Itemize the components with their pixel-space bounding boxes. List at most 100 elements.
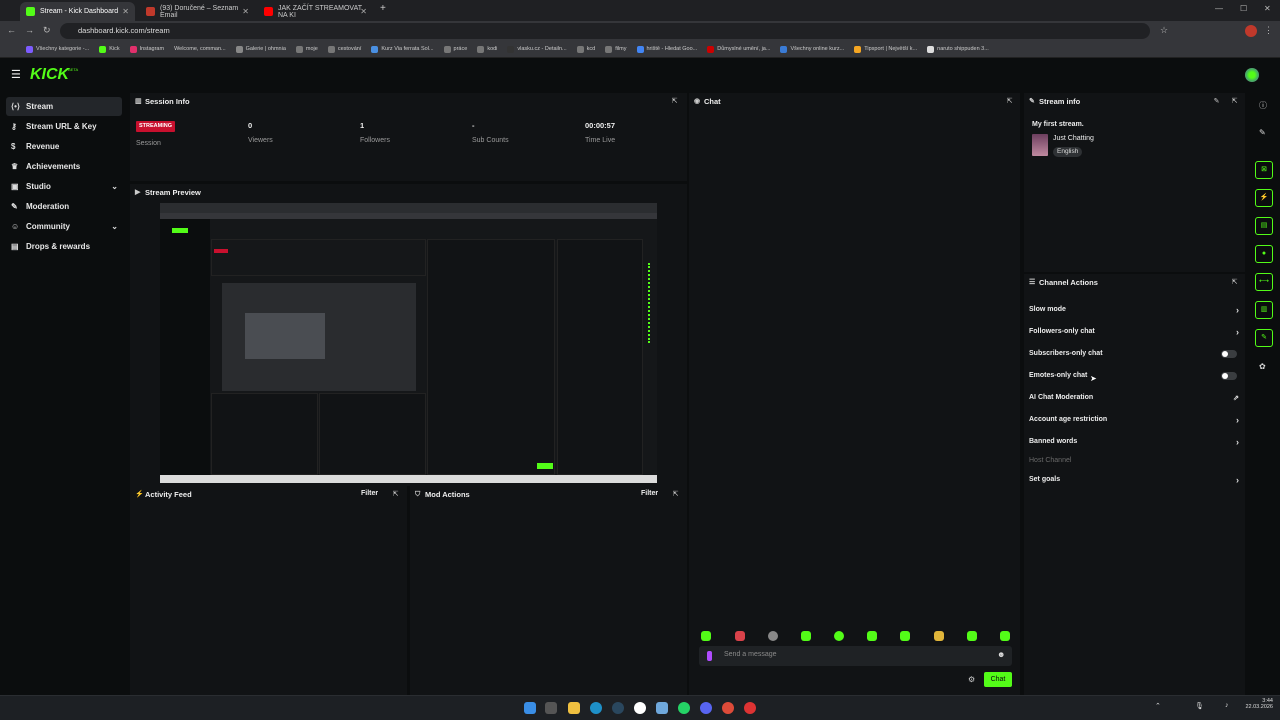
bookmark-item[interactable]: Welcome, comman... xyxy=(174,46,226,52)
close-tab-icon[interactable]: ✕ xyxy=(122,7,129,16)
channel-action-subscribers-only[interactable]: Subscribers-only chat xyxy=(1029,347,1239,361)
emote-icon[interactable] xyxy=(1000,631,1010,641)
browser-menu-icon[interactable]: ⋮ xyxy=(1264,25,1273,36)
rail-button-raid[interactable]: ⟷ xyxy=(1255,273,1273,291)
bookmark-item[interactable]: vlasku.cz - Detailn... xyxy=(507,45,567,53)
emote-icon[interactable] xyxy=(735,631,745,641)
rail-button-layout[interactable]: ▥ xyxy=(1255,301,1273,319)
emote-icon[interactable] xyxy=(967,631,977,641)
profile-avatar-icon[interactable] xyxy=(1245,25,1257,37)
bookmark-folder[interactable]: cestování xyxy=(327,45,361,53)
tab-kick-dashboard[interactable]: Stream - Kick Dashboard ✕ xyxy=(20,2,135,21)
steam-icon[interactable] xyxy=(612,702,624,714)
emote-icon[interactable] xyxy=(768,631,778,641)
sidebar-item-studio[interactable]: ▣ Studio ⌄ xyxy=(6,177,122,196)
integrations-icon[interactable]: ✿ xyxy=(1259,362,1266,371)
emote-icon[interactable] xyxy=(801,631,811,641)
bookmark-item[interactable]: Instagram xyxy=(129,45,164,53)
subscribers-only-toggle[interactable] xyxy=(1221,350,1237,358)
sidebar-item-stream[interactable]: ⟨•⟩ Stream xyxy=(6,97,122,116)
rail-button-chat[interactable]: ● xyxy=(1255,245,1273,263)
bookmark-folder[interactable]: kcd xyxy=(576,45,595,53)
windows-start-icon[interactable] xyxy=(524,702,536,714)
close-window-icon[interactable]: ✕ xyxy=(1264,4,1271,13)
bookmark-item[interactable]: naruto shippuden 3... xyxy=(927,45,989,53)
chat-settings-gear-icon[interactable]: ⚙ xyxy=(968,675,975,684)
emote-icon[interactable] xyxy=(900,631,910,641)
channel-action-account-age[interactable]: Account age restriction › xyxy=(1029,413,1239,427)
back-icon[interactable]: ← xyxy=(7,25,16,35)
chrome-profile-icon[interactable] xyxy=(744,702,756,714)
bookmark-item[interactable]: Galerie | ohmnia xyxy=(235,45,286,53)
bookmark-item[interactable]: Všechny online kurz... xyxy=(780,45,844,53)
bookmark-item[interactable]: Tipsport | Největší k... xyxy=(854,45,917,53)
channel-action-set-goals[interactable]: Set goals › xyxy=(1029,473,1239,487)
task-view-icon[interactable] xyxy=(545,702,557,714)
bookmark-item[interactable]: Kurz Via ferrata Sol... xyxy=(371,45,434,53)
tab-seznam-email[interactable]: (93) Doručené – Seznam Email ✕ xyxy=(140,2,255,21)
popout-icon[interactable]: ⇱ xyxy=(671,490,680,499)
obs-icon[interactable] xyxy=(634,702,646,714)
clock[interactable]: 3:44 22.03.2026 xyxy=(1243,698,1273,710)
sidebar-item-drops-rewards[interactable]: ▤ Drops & rewards xyxy=(6,237,122,256)
bookmark-item[interactable]: hriště - Hledat Goo... xyxy=(636,45,697,53)
user-avatar[interactable] xyxy=(1245,68,1259,82)
chrome-icon[interactable] xyxy=(722,702,734,714)
info-icon[interactable]: ⓘ xyxy=(1259,100,1267,111)
sidebar-item-achievements[interactable]: ♛ Achievements xyxy=(6,157,122,176)
emote-icon[interactable] xyxy=(701,631,711,641)
emotes-only-toggle[interactable] xyxy=(1221,372,1237,380)
pencil-icon[interactable]: ✎ xyxy=(1259,128,1266,137)
emoji-icon[interactable]: ☻ xyxy=(997,650,1005,659)
channel-action-ai-moderation[interactable]: AI Chat Moderation ⇗ xyxy=(1029,391,1239,405)
channel-action-banned-words[interactable]: Banned words › xyxy=(1029,435,1239,449)
bookmark-folder[interactable]: moje xyxy=(295,45,318,53)
bookmark-folder[interactable]: filmy xyxy=(605,45,627,53)
edge-icon[interactable] xyxy=(590,702,602,714)
rail-button-note[interactable]: ▤ xyxy=(1255,217,1273,235)
close-tab-icon[interactable]: ✕ xyxy=(242,7,249,16)
reload-icon[interactable]: ↻ xyxy=(43,25,51,36)
tray-speaker-icon[interactable]: ♪ xyxy=(1225,702,1229,709)
bookmark-item[interactable]: Důmyslné umění, ja... xyxy=(707,45,770,53)
url-field[interactable]: dashboard.kick.com/stream xyxy=(60,23,1150,39)
edit-icon[interactable]: ✎ xyxy=(1212,97,1221,106)
sidebar-item-revenue[interactable]: $ Revenue xyxy=(6,137,122,156)
popout-icon[interactable]: ⇱ xyxy=(391,490,400,499)
forward-icon[interactable]: → xyxy=(25,25,34,35)
bookmark-star-icon[interactable]: ☆ xyxy=(1160,25,1168,36)
close-tab-icon[interactable]: ✕ xyxy=(360,7,367,16)
emote-icon[interactable] xyxy=(867,631,877,641)
popout-icon[interactable]: ⇱ xyxy=(670,97,679,106)
whatsapp-icon[interactable] xyxy=(678,702,690,714)
popout-icon[interactable]: ⇱ xyxy=(1230,278,1239,287)
channel-action-slow-mode[interactable]: Slow mode › xyxy=(1029,303,1239,317)
discord-icon[interactable] xyxy=(700,702,712,714)
bookmark-folder[interactable]: kodi xyxy=(477,45,497,53)
stream-preview-video[interactable] xyxy=(160,203,657,483)
rail-button-clip[interactable]: ⊠ xyxy=(1255,161,1273,179)
tray-mic-icon[interactable]: 🎙 xyxy=(1195,702,1204,710)
bookmark-item[interactable]: Kick xyxy=(99,45,120,53)
filter-button[interactable]: Filter xyxy=(641,490,658,497)
kick-logo[interactable]: KICK xyxy=(30,66,69,84)
tray-chevron-up-icon[interactable]: ⌃ xyxy=(1155,702,1161,710)
tab-youtube[interactable]: JAK ZAČÍT STREAMOVAT NA KI ✕ xyxy=(258,2,373,21)
channel-action-emotes-only[interactable]: Emotes-only chat xyxy=(1029,369,1239,383)
minimize-icon[interactable]: — xyxy=(1215,4,1223,13)
popout-icon[interactable]: ⇱ xyxy=(1230,97,1239,106)
chat-send-button[interactable]: Chat xyxy=(984,672,1012,687)
file-explorer-icon[interactable] xyxy=(568,702,580,714)
new-tab-button[interactable]: + xyxy=(380,3,386,14)
rail-button-tools[interactable]: ✎ xyxy=(1255,329,1273,347)
bookmark-item[interactable]: Všechny kategorie -... xyxy=(26,45,89,53)
popout-icon[interactable]: ⇱ xyxy=(1005,97,1014,106)
bookmark-folder[interactable]: práce xyxy=(443,45,467,53)
chat-input[interactable]: Send a message ☻ xyxy=(699,646,1012,666)
maximize-icon[interactable]: ☐ xyxy=(1240,4,1247,13)
emote-icon[interactable] xyxy=(934,631,944,641)
filter-button[interactable]: Filter xyxy=(361,490,378,497)
emote-icon[interactable] xyxy=(834,631,844,641)
rail-button-bolt[interactable]: ⚡ xyxy=(1255,189,1273,207)
mic-icon[interactable] xyxy=(707,651,712,661)
